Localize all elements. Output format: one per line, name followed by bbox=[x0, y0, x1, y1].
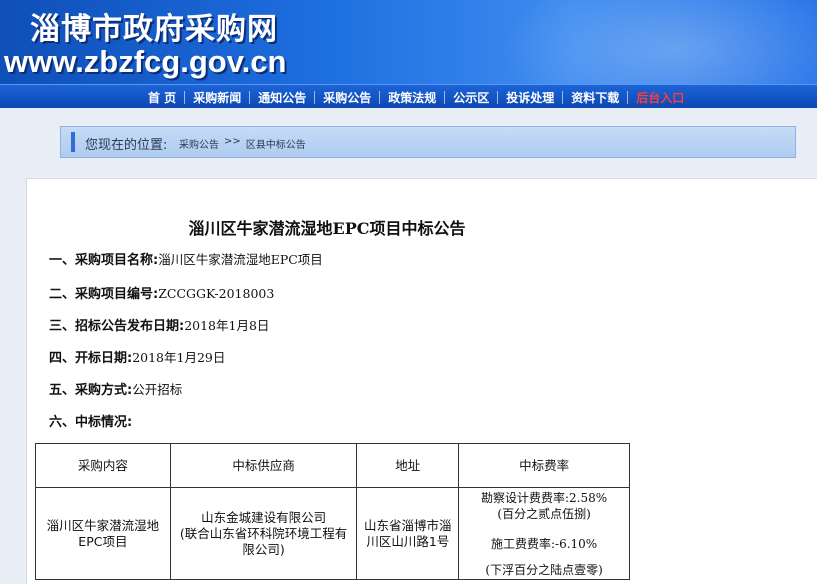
award-table: 采购内容 中标供应商 地址 中标费率 淄川区牛家潜流湿地EPC项目 山东金城建设… bbox=[35, 443, 630, 580]
breadcrumb-label: 您现在的位置: bbox=[85, 138, 168, 153]
column-header: 地址 bbox=[356, 443, 460, 488]
cell-address: 山东省淄博市淄川区山川路1号 bbox=[356, 487, 460, 580]
breadcrumb: 您现在的位置: 采购公告 >> 区县中标公告 bbox=[60, 126, 796, 158]
section-key: 二、采购项目编号: bbox=[49, 287, 159, 302]
section-procurement-method: 五、采购方式:公开招标 bbox=[49, 379, 182, 398]
site-url: www.zbzfcg.gov.cn bbox=[4, 44, 287, 79]
section-key: 五、采购方式: bbox=[49, 383, 133, 398]
section-key: 六、中标情况: bbox=[49, 415, 133, 430]
nav-procurement-announcements[interactable]: 采购公告 bbox=[315, 89, 379, 106]
banner-glow bbox=[497, 0, 817, 84]
table-header-row: 采购内容 中标供应商 地址 中标费率 bbox=[35, 443, 630, 488]
breadcrumb-path: 采购公告 >> 区县中标公告 bbox=[179, 136, 306, 151]
nav-divider bbox=[497, 90, 499, 104]
nav-notices[interactable]: 通知公告 bbox=[250, 89, 314, 106]
cell-supplier: 山东金城建设有限公司 (联合山东省环科院环境工程有限公司) bbox=[169, 487, 358, 580]
nav-policies[interactable]: 政策法规 bbox=[380, 89, 444, 106]
section-project-number: 二、采购项目编号:ZCCGGK-2018003 bbox=[49, 283, 274, 302]
nav-admin-login[interactable]: 后台入口 bbox=[628, 89, 692, 106]
section-value: 淄川区牛家潜流湿地EPC项目 bbox=[158, 252, 323, 267]
breadcrumb-link-announcements[interactable]: 采购公告 bbox=[179, 136, 219, 151]
nav-home[interactable]: 首 页 bbox=[140, 89, 184, 106]
section-key: 三、招标公告发布日期: bbox=[49, 319, 185, 334]
nav-divider bbox=[184, 90, 186, 104]
site-title: 淄博市政府采购网 bbox=[30, 12, 278, 47]
nav-divider bbox=[379, 90, 381, 104]
main-nav: 首 页 采购新闻 通知公告 采购公告 政策法规 公示区 投诉处理 资料下载 后台… bbox=[0, 84, 817, 108]
table-row: 淄川区牛家潜流湿地EPC项目 山东金城建设有限公司 (联合山东省环科院环境工程有… bbox=[35, 487, 630, 580]
section-key: 一、采购项目名称: bbox=[49, 253, 159, 268]
cell-fee-rate: 勘察设计费费率:2.58% (百分之贰点伍捌) 施工费费率:-6.10% (下浮… bbox=[458, 487, 630, 580]
section-key: 四、开标日期: bbox=[49, 351, 133, 366]
nav-divider bbox=[249, 90, 251, 104]
construction-fee-rate-words: (下浮百分之陆点壹零) bbox=[485, 562, 603, 577]
supplier-name: 山东金城建设有限公司 bbox=[201, 509, 327, 525]
nav-divider bbox=[627, 90, 629, 104]
design-fee-rate: 勘察设计费费率:2.58% bbox=[481, 490, 608, 505]
nav-divider bbox=[444, 90, 446, 104]
breadcrumb-link-county-awards[interactable]: 区县中标公告 bbox=[246, 136, 306, 151]
section-opening-date: 四、开标日期:2018年1月29日 bbox=[49, 347, 225, 366]
column-header: 采购内容 bbox=[35, 443, 171, 488]
nav-divider bbox=[562, 90, 564, 104]
section-value: 2018年1月8日 bbox=[184, 318, 270, 333]
breadcrumb-separator: >> bbox=[224, 136, 241, 147]
column-header: 中标费率 bbox=[458, 443, 630, 488]
section-value: 公开招标 bbox=[132, 382, 183, 397]
nav-public-area[interactable]: 公示区 bbox=[445, 89, 497, 106]
nav-downloads[interactable]: 资料下载 bbox=[563, 89, 627, 106]
section-value: 2018年1月29日 bbox=[132, 350, 226, 365]
construction-fee-rate: 施工费费率:-6.10% bbox=[490, 536, 598, 551]
nav-procurement-news[interactable]: 采购新闻 bbox=[185, 89, 249, 106]
site-banner: 淄博市政府采购网 www.zbzfcg.gov.cn bbox=[0, 0, 817, 84]
supplier-partner: (联合山东省环科院环境工程有限公司) bbox=[179, 525, 348, 557]
column-header: 中标供应商 bbox=[169, 443, 358, 488]
section-publish-date: 三、招标公告发布日期:2018年1月8日 bbox=[49, 315, 269, 334]
section-project-name: 一、采购项目名称:淄川区牛家潜流湿地EPC项目 bbox=[49, 249, 323, 268]
design-fee-rate-words: (百分之贰点伍捌) bbox=[497, 506, 591, 521]
section-award-status: 六、中标情况: bbox=[49, 411, 132, 430]
nav-complaints[interactable]: 投诉处理 bbox=[498, 89, 562, 106]
section-value: ZCCGGK-2018003 bbox=[158, 286, 275, 301]
notice-title: 淄川区牛家潜流湿地EPC项目中标公告 bbox=[188, 219, 466, 238]
nav-list: 首 页 采购新闻 通知公告 采购公告 政策法规 公示区 投诉处理 资料下载 后台… bbox=[140, 85, 692, 109]
cell-content: 淄川区牛家潜流湿地EPC项目 bbox=[35, 487, 171, 580]
nav-divider bbox=[314, 90, 316, 104]
breadcrumb-accent bbox=[71, 132, 75, 152]
content-panel: 淄川区牛家潜流湿地EPC项目中标公告 一、采购项目名称:淄川区牛家潜流湿地EPC… bbox=[26, 178, 817, 584]
